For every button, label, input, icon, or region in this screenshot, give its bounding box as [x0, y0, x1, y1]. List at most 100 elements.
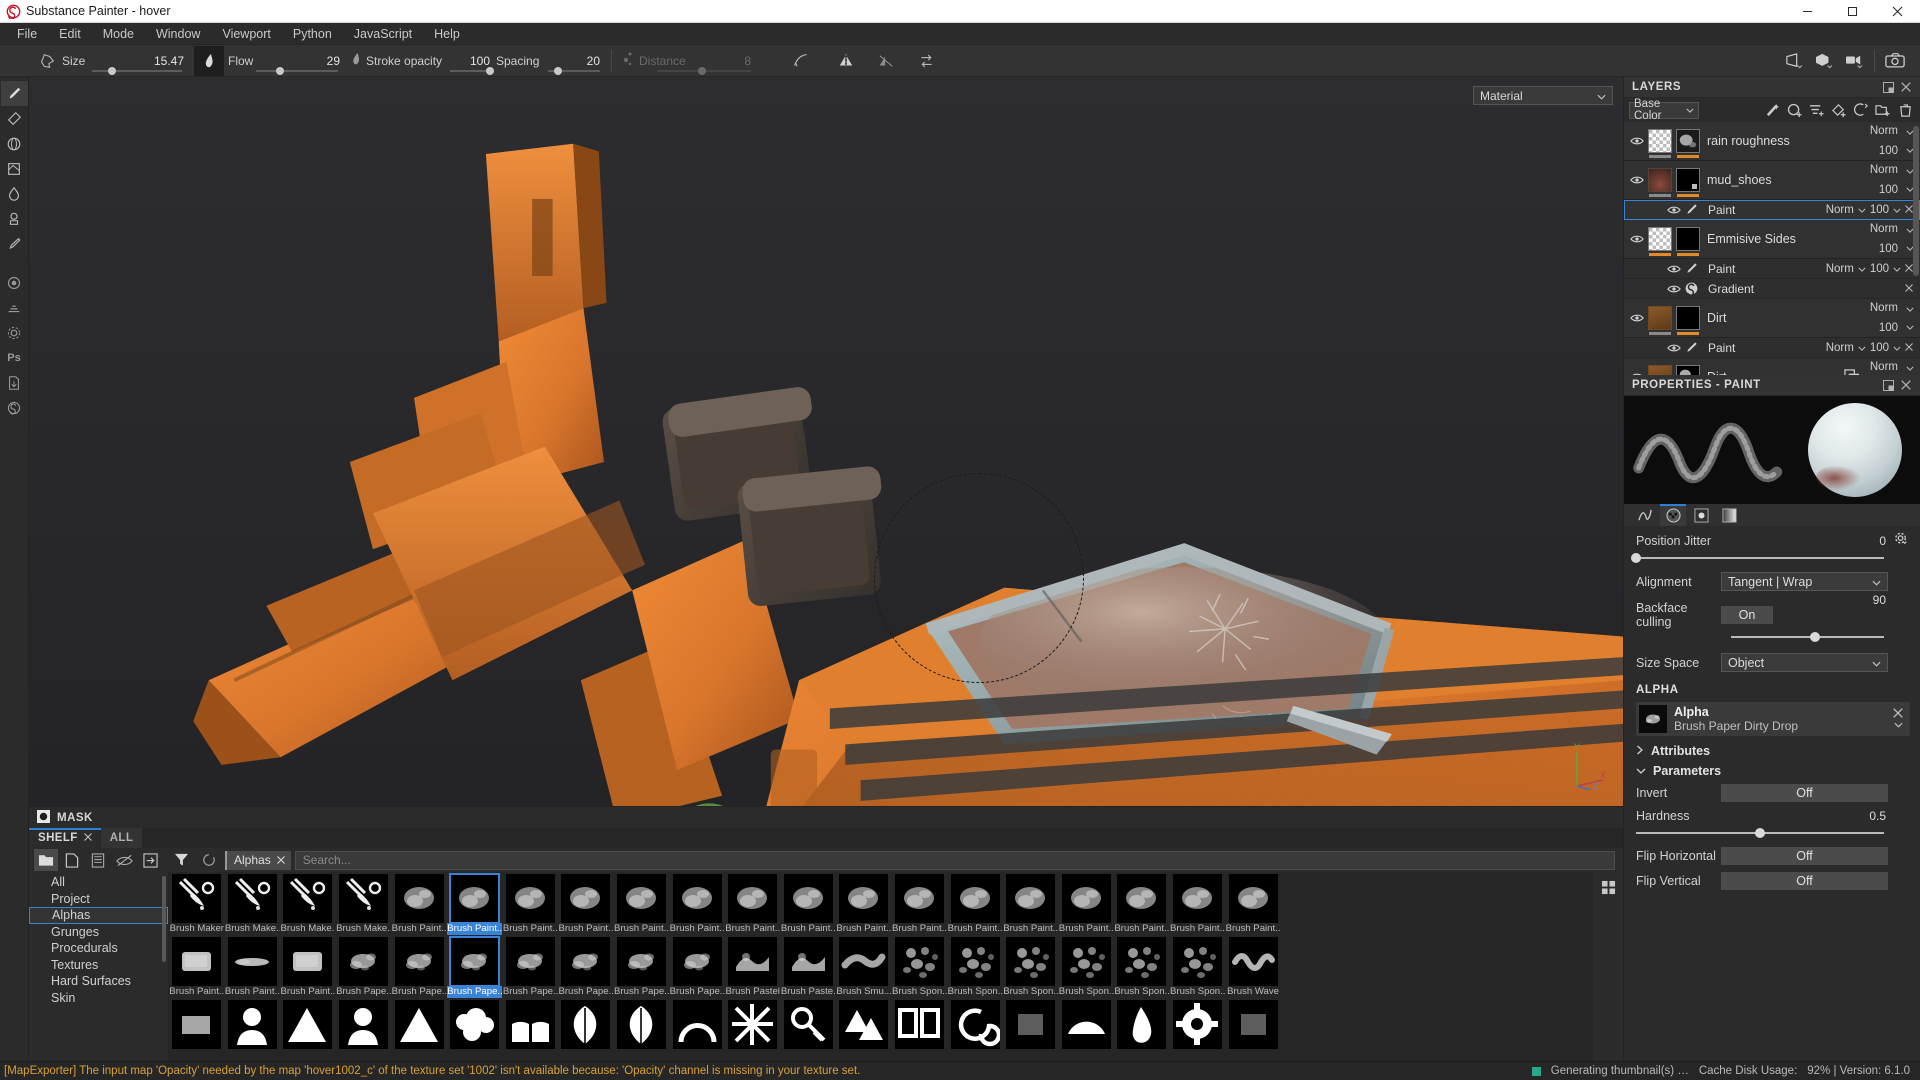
- material-selector[interactable]: Material: [1473, 86, 1613, 105]
- tab-shelf[interactable]: SHELF: [29, 828, 101, 848]
- chevron-down-icon[interactable]: [1906, 322, 1914, 332]
- size-space-dropdown[interactable]: Object: [1721, 653, 1888, 672]
- menu-window[interactable]: Window: [145, 23, 211, 45]
- close-icon[interactable]: [1905, 204, 1913, 216]
- shelf-asset-item[interactable]: [669, 998, 725, 1061]
- attributes-accordion[interactable]: Attributes: [1636, 744, 1910, 758]
- layer-blend-mode[interactable]: Norm: [1870, 164, 1898, 176]
- projection-icon[interactable]: [1, 131, 28, 156]
- parameter-row-hardness[interactable]: Hardness 0.5: [1636, 809, 1910, 823]
- backface-culling-row[interactable]: Backface culling On 90: [1636, 593, 1910, 629]
- shelf-asset-item[interactable]: [1225, 998, 1281, 1061]
- shelf-asset-item[interactable]: Brush Paint...: [503, 872, 559, 935]
- layer-visibility-icon[interactable]: [1629, 372, 1645, 375]
- shelf-asset-item[interactable]: Brush Make...: [225, 872, 281, 935]
- new-document-icon[interactable]: [60, 849, 84, 871]
- layer-visibility-icon[interactable]: [1666, 205, 1682, 215]
- add-folder-icon[interactable]: [1873, 100, 1893, 120]
- shelf-asset-item[interactable]: Brush Spon...: [1114, 935, 1170, 998]
- close-icon[interactable]: [83, 832, 92, 844]
- param-flow[interactable]: Flow 29: [228, 45, 346, 77]
- menu-python[interactable]: Python: [282, 23, 343, 45]
- shelf-asset-item[interactable]: [391, 998, 447, 1061]
- shelf-asset-item[interactable]: Brush Spon...: [947, 935, 1003, 998]
- layer-mask-thumbnail[interactable]: [1648, 227, 1672, 256]
- param-size[interactable]: Size 15.47: [62, 45, 190, 77]
- chevron-down-icon[interactable]: [1858, 263, 1866, 275]
- alpha-preview-icon[interactable]: [1660, 504, 1686, 526]
- clone-stamp-icon[interactable]: [1, 206, 28, 231]
- layer-visibility-icon[interactable]: [1629, 175, 1645, 185]
- parameter-row-invert[interactable]: Invert Off: [1636, 784, 1910, 802]
- shelf-asset-item[interactable]: [1114, 998, 1170, 1061]
- chevron-down-icon[interactable]: [1906, 304, 1914, 314]
- shelf-asset-item[interactable]: Brush Paint...: [1170, 872, 1226, 935]
- param-stroke-opacity[interactable]: Stroke opacity 100: [366, 45, 496, 77]
- backface-culling-slider[interactable]: [1731, 631, 1910, 643]
- shelf-asset-item[interactable]: Brush Maker: [169, 872, 225, 935]
- chevron-down-icon[interactable]: [1858, 342, 1866, 354]
- shelf-asset-item[interactable]: [892, 998, 948, 1061]
- shelf-asset-item[interactable]: [280, 998, 336, 1061]
- cube-view-icon[interactable]: [1809, 46, 1839, 76]
- layer-mask-thumbnail[interactable]: [1648, 365, 1672, 375]
- shelf-category-skin[interactable]: Skin: [29, 990, 168, 1007]
- shelf-asset-item[interactable]: [947, 998, 1003, 1061]
- screenshot-icon[interactable]: [1880, 46, 1910, 76]
- shelf-category-procedurals[interactable]: Procedurals: [29, 940, 168, 957]
- shelf-asset-item[interactable]: Brush Paint...: [225, 935, 281, 998]
- shelf-asset-item[interactable]: Brush Pape...: [669, 935, 725, 998]
- shelf-asset-item[interactable]: Brush Spon...: [1003, 935, 1059, 998]
- layer-blend-mode[interactable]: Norm: [1826, 342, 1854, 354]
- chevron-down-icon[interactable]: [1858, 204, 1866, 216]
- close-icon[interactable]: [276, 853, 285, 867]
- add-filter-icon[interactable]: [1851, 100, 1871, 120]
- close-icon[interactable]: [1905, 283, 1913, 295]
- shelf-asset-item[interactable]: Brush Paint...: [614, 872, 670, 935]
- grid-view-icon[interactable]: [1596, 876, 1620, 898]
- layer-row[interactable]: Dirt Norm 100: [1624, 358, 1920, 375]
- layer-content-thumbnail[interactable]: [1676, 129, 1700, 158]
- parameter-slider[interactable]: [1636, 827, 1910, 839]
- parameter-toggle[interactable]: Off: [1721, 847, 1888, 865]
- symmetry-swap-icon[interactable]: [911, 46, 941, 76]
- polygon-fill-icon[interactable]: [1, 156, 28, 181]
- layer-opacity[interactable]: 100: [1879, 243, 1898, 255]
- shelf-asset-item[interactable]: Brush Wave: [1225, 935, 1281, 998]
- shelf-asset-item[interactable]: Brush Pape...: [614, 935, 670, 998]
- material-sphere-icon[interactable]: [1, 270, 28, 295]
- layer-row[interactable]: Emmisive Sides Norm 100: [1624, 220, 1920, 259]
- shelf-asset-item[interactable]: Brush Pape...: [391, 935, 447, 998]
- shelf-asset-item[interactable]: [725, 998, 781, 1061]
- paint-brush-icon[interactable]: [0, 81, 28, 106]
- layer-opacity[interactable]: 100: [1879, 145, 1898, 157]
- mirror-icon[interactable]: [831, 46, 861, 76]
- shelf-asset-item[interactable]: Brush Paint...: [892, 872, 948, 935]
- effects-icon[interactable]: [1763, 100, 1783, 120]
- shelf-asset-item[interactable]: Brush Paint...: [391, 872, 447, 935]
- chevron-down-icon[interactable]: [1893, 204, 1901, 216]
- shelf-asset-item[interactable]: Brush Paint...: [169, 935, 225, 998]
- layer-blend-mode[interactable]: Norm: [1870, 223, 1898, 235]
- float-panel-icon[interactable]: [1879, 78, 1897, 96]
- layer-blend-mode[interactable]: Norm: [1870, 125, 1898, 137]
- color-picker-icon[interactable]: [1, 231, 28, 256]
- layer-visibility-icon[interactable]: [1629, 136, 1645, 146]
- channel-selector[interactable]: Base Color: [1629, 98, 1699, 122]
- chevron-down-icon[interactable]: [1893, 263, 1901, 275]
- shelf-asset-item[interactable]: Brush Paint...: [669, 872, 725, 935]
- close-icon[interactable]: [1905, 342, 1913, 354]
- add-fill-icon[interactable]: [1829, 100, 1849, 120]
- layer-visibility-icon[interactable]: [1666, 343, 1682, 353]
- shelf-asset-item[interactable]: Brush Paste...: [781, 935, 837, 998]
- layer-blend-mode[interactable]: Norm: [1826, 263, 1854, 275]
- shelf-asset-item[interactable]: Brush Paint...: [1114, 872, 1170, 935]
- layer-row[interactable]: Dirt Norm 100: [1624, 299, 1920, 338]
- shelf-asset-item[interactable]: Brush Pape...: [447, 935, 503, 998]
- layer-row[interactable]: mud_shoes Norm 100: [1624, 161, 1920, 200]
- close-icon[interactable]: [1875, 0, 1920, 23]
- hide-eye-icon[interactable]: [112, 849, 136, 871]
- shelf-asset-item[interactable]: Brush Spon...: [1059, 935, 1115, 998]
- parameter-toggle[interactable]: Off: [1721, 872, 1888, 890]
- layer-visibility-icon[interactable]: [1629, 313, 1645, 323]
